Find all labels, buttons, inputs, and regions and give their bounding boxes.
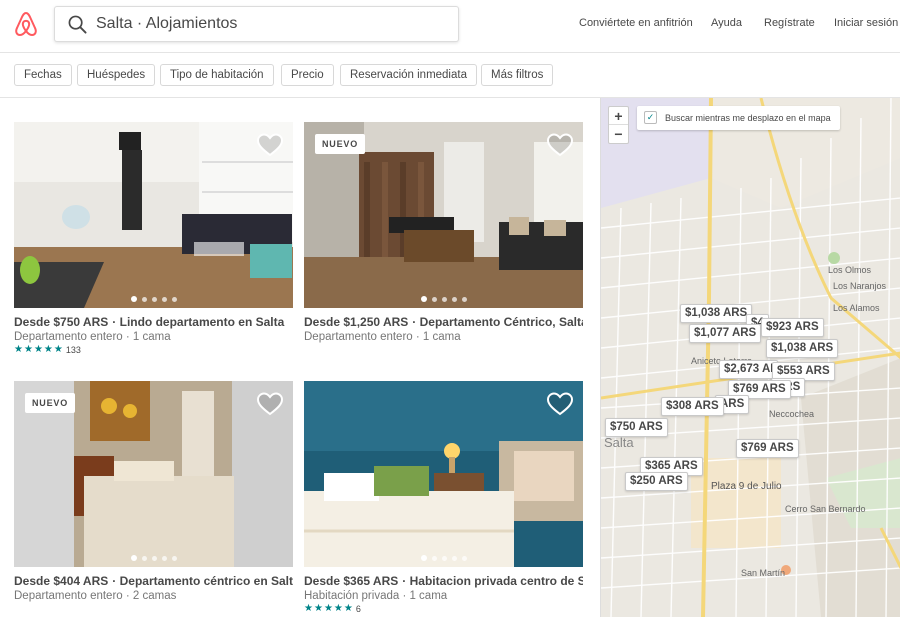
nav-help-link[interactable]: Ayuda	[711, 17, 742, 29]
map-label-neccochea: Neccochea	[769, 409, 815, 419]
map-price-pin[interactable]: $1,038 ARS	[680, 304, 753, 323]
filter-room-type-button[interactable]: Tipo de habitación	[160, 64, 274, 86]
star-icon: ★	[53, 344, 63, 355]
listing-card[interactable]: Desde $750 ARS · Lindo departamento en Sa…	[14, 122, 293, 355]
listing-card[interactable]: NUEVO Desde $1,250 ARS · Departamento Cén…	[304, 122, 583, 343]
heart-icon[interactable]	[547, 133, 573, 157]
listing-photo[interactable]	[14, 122, 293, 308]
map-label-san-martin: San Martín	[741, 568, 786, 578]
search-as-map-moves-toggle[interactable]: ✓ Buscar mientras me desplazo en el mapa	[637, 106, 840, 130]
listing-card[interactable]: NUEVO Desde $404 ARS · Departamento céntr…	[14, 381, 293, 602]
map-label-los-olmos: Los Olmos	[828, 265, 872, 275]
search-input[interactable]	[96, 11, 451, 37]
star-icon: ★	[333, 603, 343, 614]
carousel-dots[interactable]	[130, 555, 177, 561]
heart-icon[interactable]	[547, 392, 573, 416]
map-price-pin[interactable]: $308 ARS	[661, 397, 724, 416]
map-zoom-control: + −	[608, 106, 629, 144]
map-panel[interactable]: + − ✓ Buscar mientras me desplazo en el …	[600, 98, 900, 617]
map-label-cerro: Cerro San Bernardo	[785, 504, 866, 514]
listing-title: Desde $750 ARS · Lindo departamento en Sa…	[14, 315, 285, 329]
star-icon: ★	[23, 344, 33, 355]
carousel-dots[interactable]	[420, 555, 467, 561]
star-icon: ★	[343, 603, 353, 614]
new-badge: NUEVO	[315, 134, 366, 154]
apartment-photo-image	[304, 381, 583, 567]
map-price-pin[interactable]: $1,038 ARS	[766, 339, 839, 358]
map-label-los-alamos: Los Alamos	[833, 303, 880, 313]
zoom-in-button[interactable]: +	[609, 107, 628, 125]
airbnb-logo-icon[interactable]	[14, 11, 38, 37]
star-icon: ★	[304, 603, 313, 614]
search-bar[interactable]	[54, 6, 459, 42]
map-price-pin[interactable]: $769 ARS	[736, 439, 799, 458]
new-badge: NUEVO	[25, 393, 76, 413]
search-icon	[68, 15, 87, 34]
apartment-photo-image	[14, 122, 293, 308]
listing-title: Desde $404 ARS · Departamento céntrico en…	[14, 574, 293, 588]
review-count: 6	[355, 604, 361, 614]
star-icon: ★	[33, 344, 43, 355]
filter-more-button[interactable]: Más filtros	[481, 64, 554, 86]
map-price-pin[interactable]: $250 ARS	[625, 472, 688, 491]
map-price-pin[interactable]: $1,077 ARS	[689, 324, 762, 343]
star-icon: ★	[323, 603, 333, 614]
checkbox-icon[interactable]: ✓	[644, 111, 657, 124]
filter-bar: Fechas Huéspedes Tipo de habitación Prec…	[0, 53, 900, 98]
map-price-pin[interactable]: $750 ARS	[605, 418, 668, 437]
listing-photo[interactable]	[304, 381, 583, 567]
top-header: Conviértete en anfitrión Ayuda Regístrat…	[0, 0, 900, 53]
nav-signup-link[interactable]: Regístrate	[764, 17, 815, 29]
filter-dates-button[interactable]: Fechas	[14, 64, 72, 86]
listing-title: Desde $1,250 ARS · Departamento Céntrico,…	[304, 315, 583, 329]
listing-subtitle: Habitación privada · 1 cama	[304, 590, 448, 602]
listing-rating: ★ ★ ★ ★ ★ 133	[14, 344, 293, 356]
listing-rating: ★ ★ ★ ★ ★ 6	[304, 603, 583, 615]
listing-title: Desde $365 ARS · Habitacion privada centr…	[304, 574, 583, 588]
listing-photo[interactable]: NUEVO	[14, 381, 293, 567]
map-label-plaza: Plaza 9 de Julio	[711, 481, 782, 492]
star-icon: ★	[313, 603, 323, 614]
filter-instant-book-button[interactable]: Reservación inmediata	[340, 64, 477, 86]
review-count: 133	[65, 345, 81, 355]
listing-subtitle: Departamento entero · 2 camas	[14, 590, 177, 602]
map-label-los-naranjos: Los Naranjos	[833, 281, 887, 291]
star-icon: ★	[14, 344, 23, 355]
zoom-out-button[interactable]: −	[609, 125, 628, 143]
search-as-map-moves-label: Buscar mientras me desplazo en el mapa	[665, 113, 831, 123]
nav-login-link[interactable]: Iniciar sesión	[834, 17, 898, 29]
listing-subtitle: Departamento entero · 1 cama	[304, 331, 461, 343]
listing-subtitle: Departamento entero · 1 cama	[14, 331, 171, 343]
map-label-salta: Salta	[604, 435, 634, 450]
star-icon: ★	[43, 344, 53, 355]
carousel-dots[interactable]	[420, 296, 467, 302]
filter-guests-button[interactable]: Huéspedes	[77, 64, 156, 86]
heart-icon[interactable]	[257, 392, 283, 416]
carousel-dots[interactable]	[130, 296, 177, 302]
map-price-pin[interactable]: $2,673 AI	[719, 360, 779, 379]
heart-icon[interactable]	[257, 133, 283, 157]
nav-become-host-link[interactable]: Conviértete en anfitrión	[579, 17, 693, 29]
filter-price-button[interactable]: Precio	[281, 64, 334, 86]
listing-photo[interactable]: NUEVO	[304, 122, 583, 308]
map-price-pin[interactable]: $923 ARS	[761, 318, 824, 337]
listing-card[interactable]: Desde $365 ARS · Habitacion privada centr…	[304, 381, 583, 614]
